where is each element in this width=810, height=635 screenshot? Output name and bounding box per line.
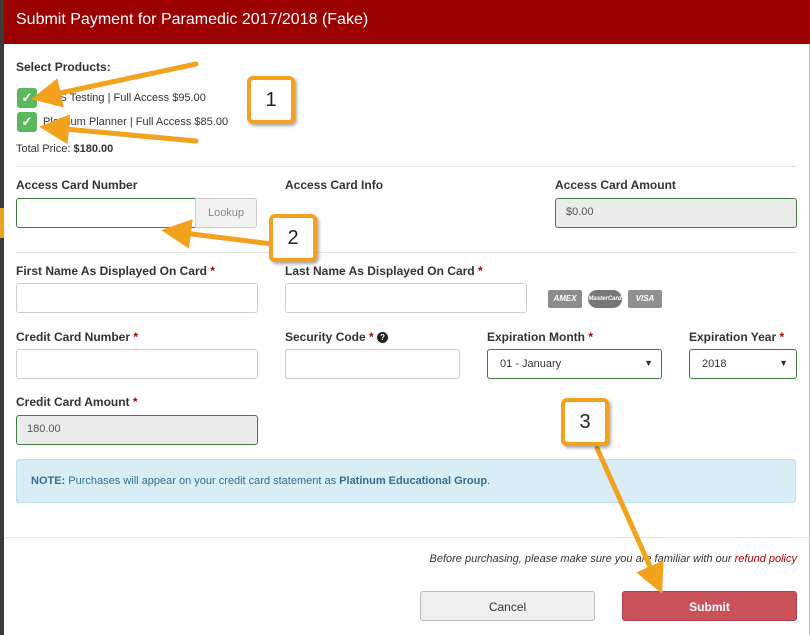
arrow-to-access-card-number — [161, 218, 275, 249]
callout-1: 1 — [247, 76, 295, 124]
payment-modal: Submit Payment for Paramedic 2017/2018 (… — [4, 0, 810, 635]
arrow-to-submit — [594, 445, 664, 594]
arrow-to-platinum-planner — [39, 114, 199, 145]
callout-3: 3 — [561, 398, 609, 446]
callout-2: 2 — [269, 214, 317, 262]
arrow-to-ems-testing — [31, 61, 199, 108]
annotation-arrows — [31, 61, 664, 594]
